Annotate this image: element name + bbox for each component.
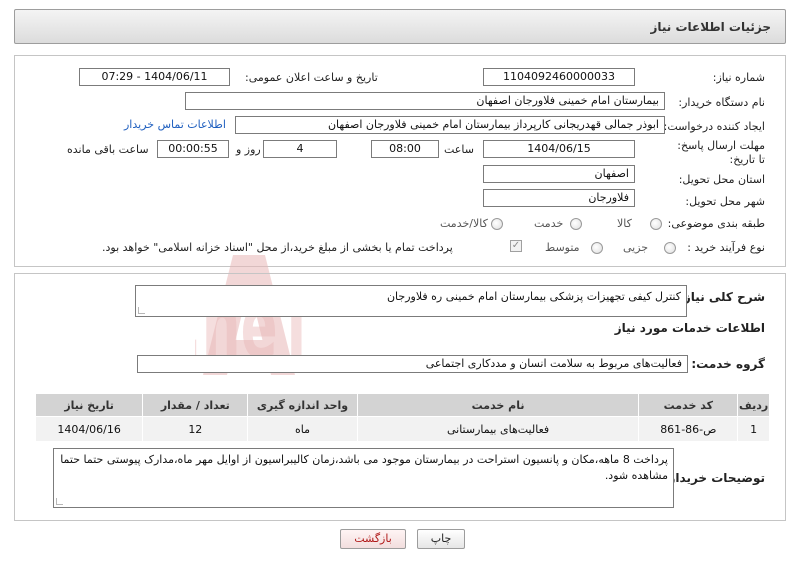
general-description-text: کنترل کیفی تجهیزات پزشکی بیمارستان امام … [386,290,681,303]
cell-service-code: ص-86-861 [638,416,739,442]
service-group-label: گروه خدمت: [691,357,765,371]
need-number-field: 1104092460000033 [483,68,635,86]
service-group-field: فعالیت‌های مربوط به سلامت انسان و مددکار… [137,355,688,373]
resize-grip-icon[interactable] [138,307,145,314]
category-service-label: خدمت [534,217,564,230]
cell-quantity: 12 [142,416,249,442]
province-field: اصفهان [483,165,635,183]
city-field: فلاورجان [483,189,635,207]
services-table: ردیف کد خدمت نام خدمت واحد اندازه گیری ت… [34,393,770,442]
table-row: 1 ص-86-861 فعالیت‌های بیمارستانی ماه 12 … [34,416,770,442]
deadline-label: مهلت ارسال پاسخ: تا تاریخ: [677,139,765,166]
col-need-date: تاریخ نیاز [34,393,144,417]
buyer-org-label: نام دستگاه خریدار: [678,96,765,109]
category-label: طبقه بندی موضوعی: [667,217,765,230]
buyer-notes-box: پرداخت 8 ماهه،مکان و پانسیون استراحت در … [53,448,674,508]
process-medium-radio[interactable] [591,242,603,254]
general-description-label: شرح کلی نیاز: [679,290,765,304]
cell-service-name: فعالیت‌های بیمارستانی [356,416,640,442]
back-button[interactable]: بازگشت [340,529,406,549]
process-type-label: نوع فرآیند خرید : [687,241,765,254]
panel-header: جزئیات اطلاعات نیاز [14,9,786,44]
process-medium-label: متوسط [545,241,580,254]
resize-grip-icon[interactable] [56,498,63,505]
announce-datetime-field: 1404/06/11 - 07:29 [79,68,230,86]
col-service-name: نام خدمت [356,393,640,417]
col-quantity: تعداد / مقدار [142,393,249,417]
cell-row-number: 1 [737,416,770,442]
print-button[interactable]: چاپ [417,529,465,549]
services-info-title: اطلاعات خدمات مورد نیاز [614,321,765,335]
category-goods-radio[interactable] [650,218,662,230]
buyer-contact-link[interactable]: اطلاعات تماس خریدار [124,118,226,131]
days-label: روز و [236,143,261,156]
deadline-time-field: 08:00 [371,140,439,158]
creator-label: ایجاد کننده درخواست: [663,120,765,133]
province-label: استان محل تحویل: [678,173,765,186]
announce-label: تاریخ و ساعت اعلان عمومی: [245,71,378,84]
buyer-notes-label: توضیحات خریدار: [663,471,765,485]
table-header-row: ردیف کد خدمت نام خدمت واحد اندازه گیری ت… [34,393,770,417]
category-goods-service-label: کالا/خدمت [440,217,488,230]
general-description-box: کنترل کیفی تجهیزات پزشکی بیمارستان امام … [135,285,687,317]
treasury-payment-note: پرداخت تمام یا بخشی از مبلغ خرید،از محل … [102,241,453,254]
col-unit: واحد اندازه گیری [247,393,358,417]
cell-unit: ماه [247,416,358,442]
process-minor-label: جزیی [623,241,649,254]
process-minor-radio[interactable] [664,242,676,254]
cell-need-date: 1404/06/16 [34,416,144,442]
days-remaining-field: 4 [263,140,337,158]
category-goods-label: کالا [617,217,632,230]
deadline-time-label: ساعت [444,143,474,156]
creator-field: ابوذر جمالی قهدریجانی کارپرداز بیمارستان… [235,116,665,134]
col-service-code: کد خدمت [638,393,739,417]
treasury-payment-checkbox[interactable]: ✓ [510,240,522,252]
buyer-notes-text: پرداخت 8 ماهه،مکان و پانسیون استراحت در … [60,453,668,482]
need-number-label: شماره نیاز: [712,71,765,84]
buyer-org-field: بیمارستان امام خمینی فلاورجان اصفهان [185,92,665,110]
col-row-number: ردیف [737,393,770,417]
remaining-time-label: ساعت باقی مانده [67,143,149,156]
city-label: شهر محل تحویل: [685,195,765,208]
category-service-radio[interactable] [570,218,582,230]
page-title: جزئیات اطلاعات نیاز [650,20,771,34]
category-goods-service-radio[interactable] [491,218,503,230]
deadline-date-field: 1404/06/15 [483,140,635,158]
remaining-time-field: 00:00:55 [157,140,229,158]
